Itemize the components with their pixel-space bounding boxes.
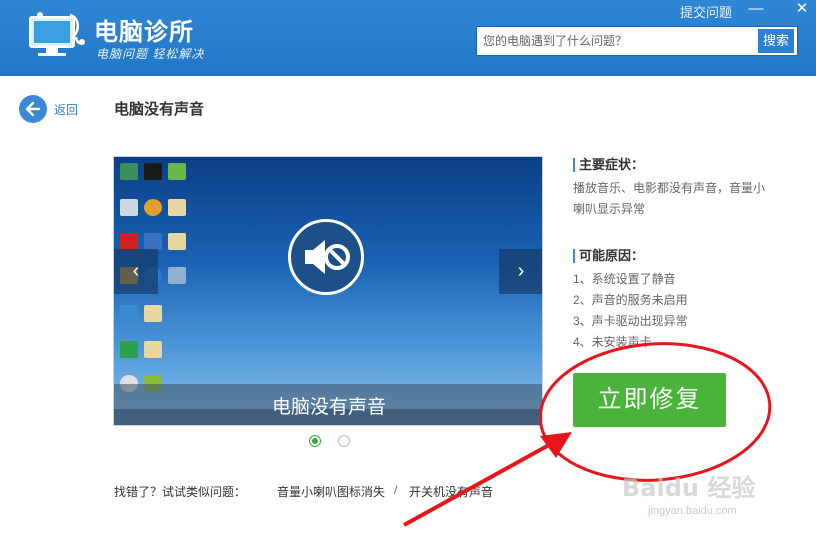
desktop-icon: [144, 163, 162, 180]
desktop-icon: [168, 163, 186, 180]
muted-speaker-icon: [288, 219, 364, 295]
suggestion-link[interactable]: 开关机没有声音: [409, 483, 493, 500]
feedback-link[interactable]: 提交问题: [680, 2, 732, 21]
suggestion-separator: /: [394, 483, 398, 497]
slide-caption: 电脑没有声音: [271, 397, 386, 418]
annotation-arrowhead: [540, 432, 572, 458]
search-box: 搜索: [476, 26, 798, 56]
app-window: 电脑诊所 电脑问题 轻松解决 提交问题 — ✕ 搜索 返回 电脑没有声音: [0, 0, 816, 541]
symptoms-heading: 主要症状：: [573, 158, 644, 172]
app-title: 电脑诊所: [94, 19, 194, 46]
close-button[interactable]: ✕: [792, 0, 812, 20]
symptoms-text: 播放音乐、电影都没有声音，音量小喇叭显示异常: [573, 181, 766, 216]
minimize-button[interactable]: —: [746, 0, 766, 20]
desktop-icon: [120, 163, 138, 180]
desktop-icon: [144, 233, 162, 250]
slide-prev-button[interactable]: ‹: [114, 249, 158, 294]
header-bar: 电脑诊所 电脑问题 轻松解决 提交问题 — ✕ 搜索: [0, 0, 816, 76]
desktop-icon: [144, 199, 162, 216]
arrow-left-icon: [25, 101, 41, 117]
desktop-icon: [168, 199, 186, 216]
fix-now-button[interactable]: 立即修复: [573, 373, 726, 427]
desktop-icon: [120, 341, 138, 358]
slide-dot-2[interactable]: [338, 435, 350, 447]
page-title: 电脑没有声音: [114, 101, 205, 118]
desktop-icon: [120, 233, 138, 250]
back-link[interactable]: 返回: [54, 101, 78, 118]
cause-item: 3、声卡驱动出现异常: [573, 314, 688, 328]
cause-item: 1、系统设置了静音: [573, 272, 676, 286]
app-tagline: 电脑问题 轻松解决: [96, 47, 205, 61]
search-button[interactable]: 搜索: [758, 29, 794, 53]
slide-dot-1[interactable]: [309, 435, 321, 447]
suggestions-prefix: 找错了？试试类似问题：: [114, 485, 247, 499]
desktop-icon: [168, 267, 186, 284]
monitor-stethoscope-logo-icon: [29, 12, 85, 56]
causes-heading: 可能原因：: [573, 249, 644, 263]
desktop-icon: [120, 305, 138, 322]
slide-next-button[interactable]: ›: [499, 249, 542, 294]
suggestion-link[interactable]: 音量小喇叭图标消失: [277, 483, 385, 500]
problem-slideshow: 电脑没有声音 ‹ ›: [113, 156, 543, 426]
desktop-icon: [120, 199, 138, 216]
cause-item: 4、未安装声卡: [573, 335, 652, 349]
search-input[interactable]: [477, 27, 759, 55]
watermark-url: jingyan.baidu.com: [648, 505, 737, 517]
cause-item: 2、声音的服务未启用: [573, 293, 688, 307]
desktop-icon: [144, 341, 162, 358]
back-button[interactable]: [19, 95, 47, 123]
desktop-icon: [144, 305, 162, 322]
baidu-jingyan-watermark: Baidu 经验: [622, 474, 756, 502]
desktop-icon: [168, 233, 186, 250]
